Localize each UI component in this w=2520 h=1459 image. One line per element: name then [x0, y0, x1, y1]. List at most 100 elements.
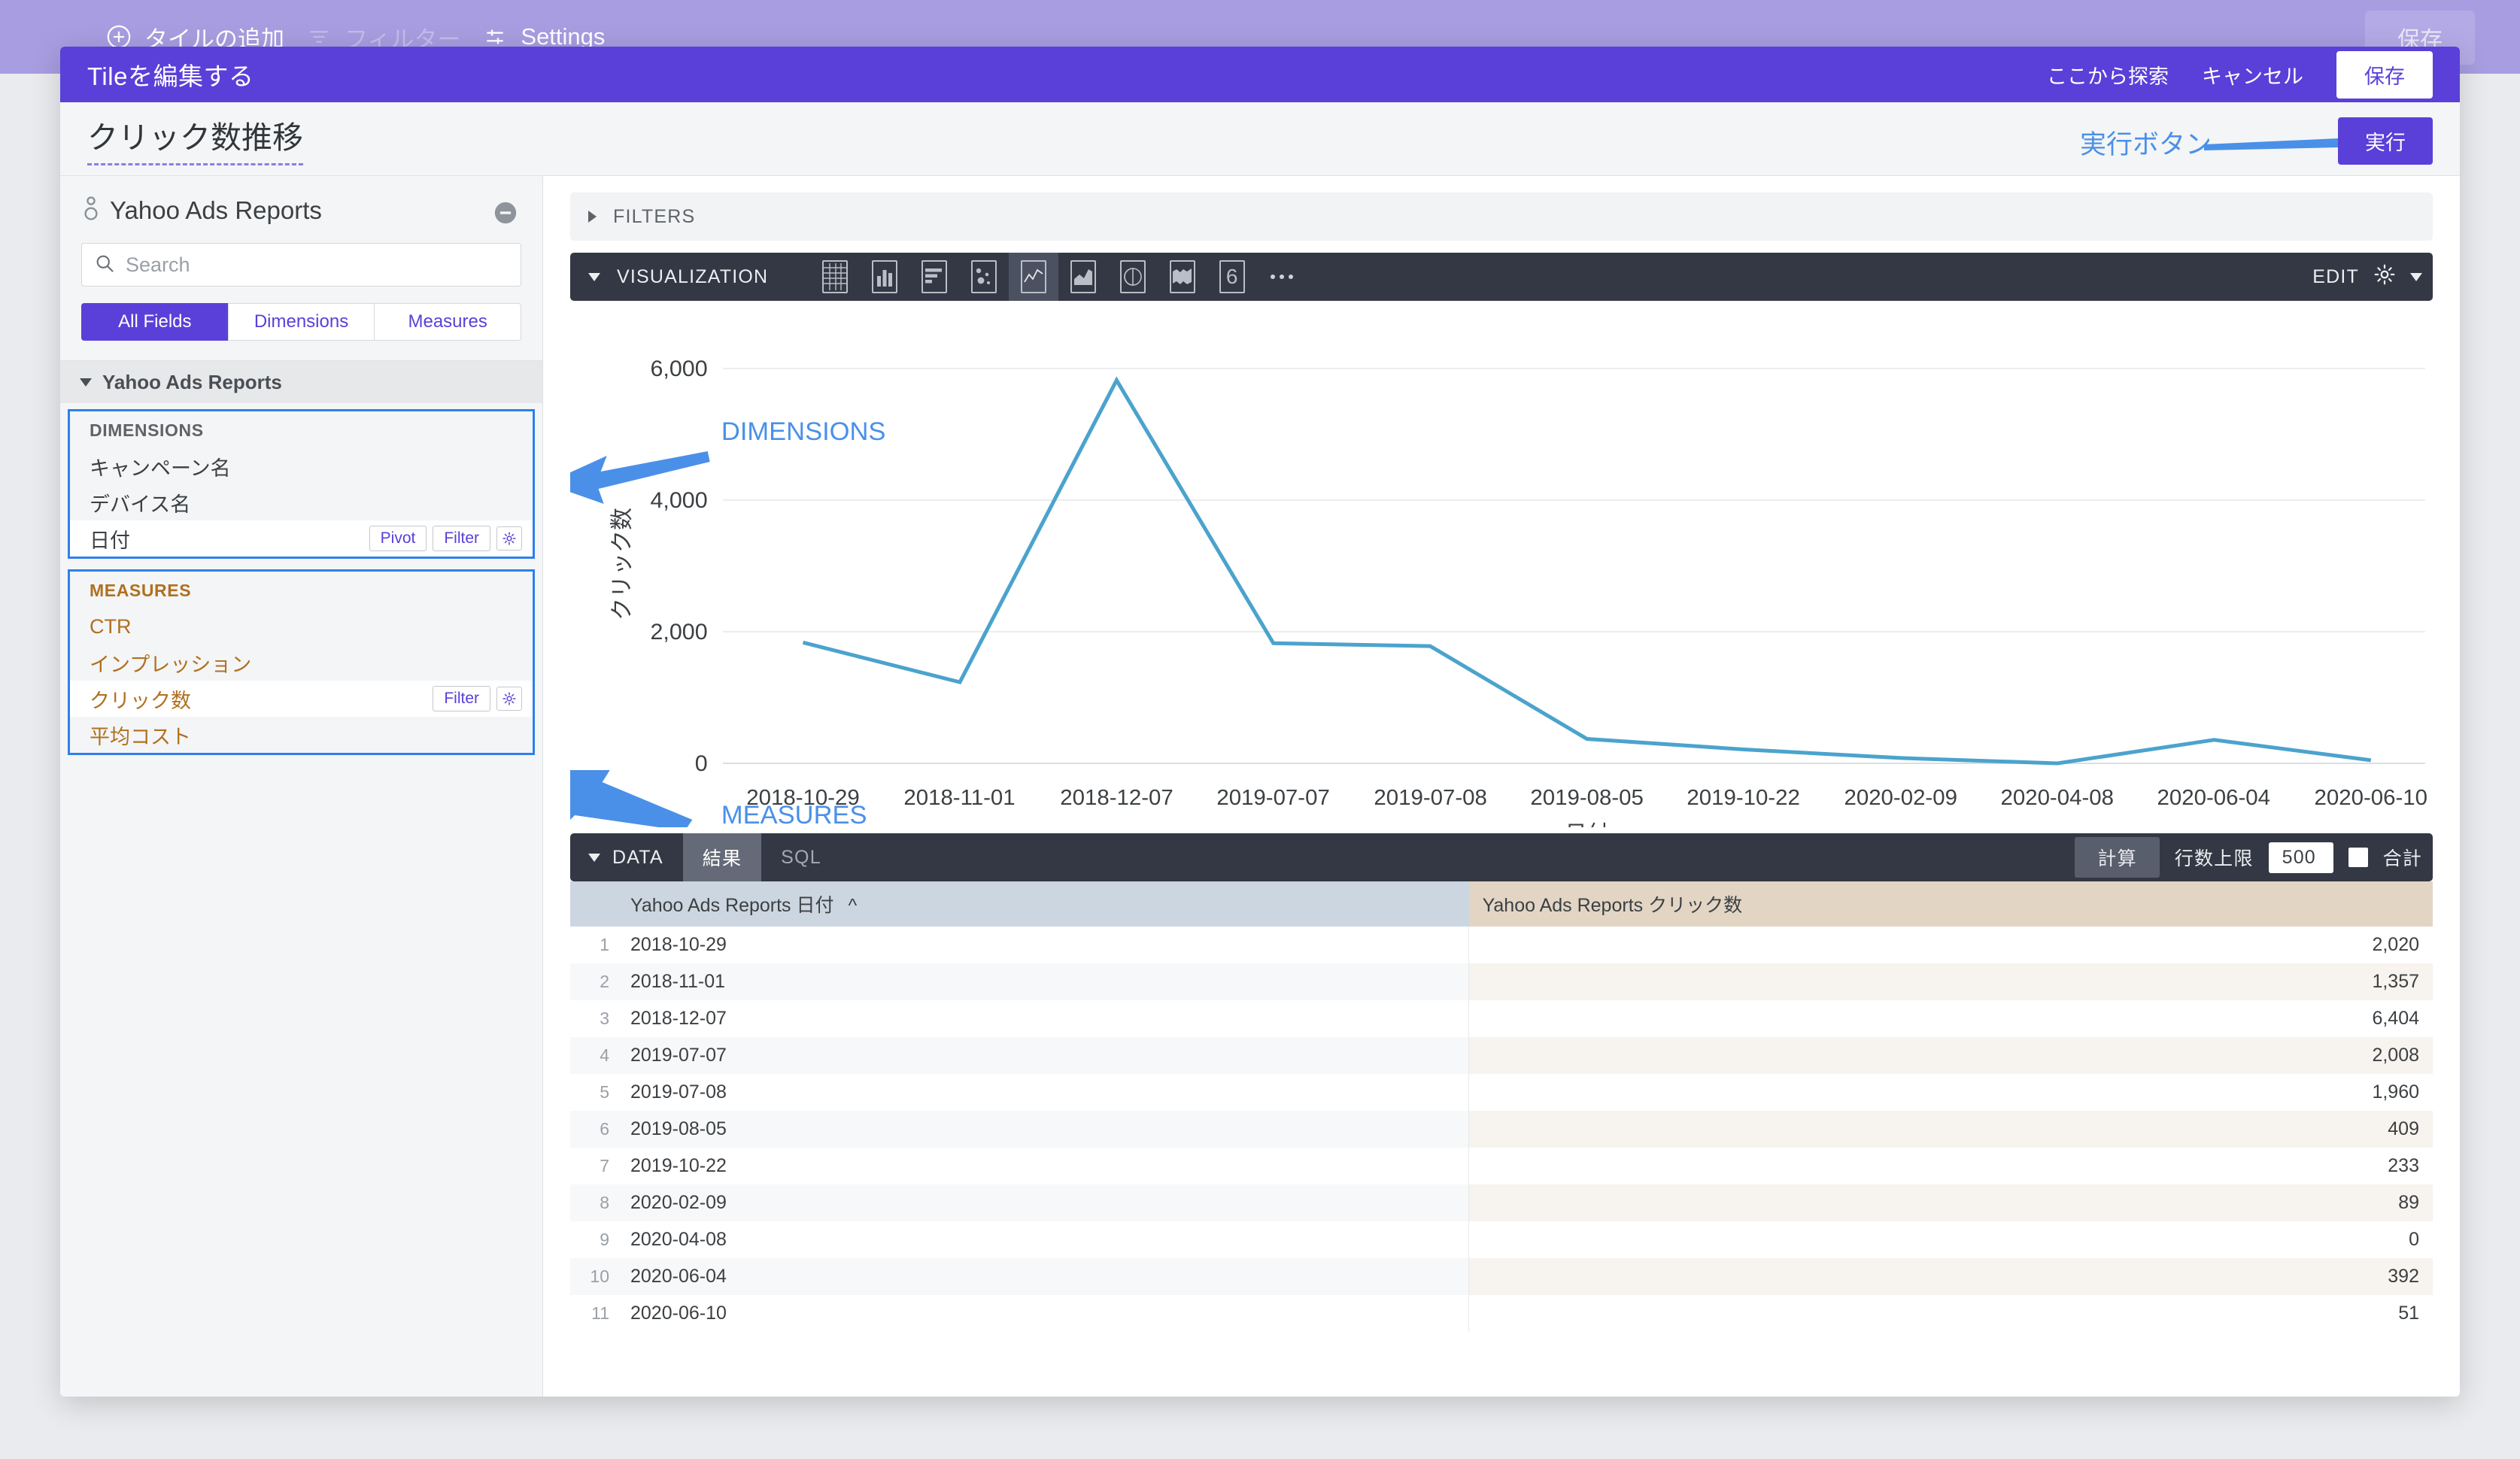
totals-label: 合計	[2382, 848, 2422, 869]
table-row[interactable]: 7 2019-10-22 233	[570, 1148, 2433, 1184]
map-viz-icon[interactable]	[1158, 253, 1207, 301]
field-label: 平均コスト	[90, 725, 191, 748]
filters-panel-header[interactable]: FILTERS	[570, 193, 2433, 241]
filter-button[interactable]: Filter	[433, 686, 490, 711]
cell-clicks: 2,020	[1468, 927, 2433, 963]
cancel-link[interactable]: キャンセル	[2202, 60, 2303, 89]
row-number: 9	[570, 1221, 617, 1258]
table-row[interactable]: 3 2018-12-07 6,404	[570, 1000, 2433, 1037]
search-input[interactable]: Search	[81, 243, 521, 287]
table-row[interactable]: 2 2018-11-01 1,357	[570, 963, 2433, 1000]
column-header-clicks[interactable]: Yahoo Ads Reports クリック数	[1468, 881, 2433, 927]
pivot-button[interactable]: Pivot	[369, 526, 427, 551]
field-row[interactable]: インプレッション	[70, 645, 533, 681]
modal-body: Yahoo Ads Reports Search All Fields Dime…	[60, 176, 2460, 1397]
collapse-icon[interactable]	[493, 200, 518, 229]
cell-clicks: 409	[1468, 1111, 2433, 1148]
table-row[interactable]: 1 2018-10-29 2,020	[570, 927, 2433, 963]
row-number: 6	[570, 1111, 617, 1148]
cell-date: 2018-12-07	[617, 1000, 1470, 1037]
dimensions-annotation: DIMENSIONS	[570, 417, 885, 504]
field-row[interactable]: キャンペーン名	[70, 448, 533, 484]
tab-sql[interactable]: SQL	[761, 833, 841, 881]
cell-date: 2020-04-08	[617, 1221, 1470, 1258]
field-row[interactable]: 平均コスト	[70, 717, 533, 753]
row-limit-input[interactable]: 500	[2268, 842, 2333, 873]
gear-icon[interactable]	[496, 687, 522, 711]
cell-date: 2020-06-10	[617, 1295, 1470, 1332]
visualization-right-actions: EDIT	[2312, 262, 2422, 292]
gear-icon[interactable]	[2373, 262, 2397, 292]
y-tick-label: 6,000	[650, 356, 707, 381]
run-button[interactable]: 実行	[2338, 117, 2433, 165]
table-row[interactable]: 8 2020-02-09 89	[570, 1184, 2433, 1221]
x-axis-title: 日付	[1565, 821, 1609, 827]
y-tick-label: 4,000	[650, 488, 707, 513]
table-row[interactable]: 9 2020-04-08 0	[570, 1221, 2433, 1258]
x-tick-label: 2019-07-07	[1216, 786, 1329, 810]
calculate-button[interactable]: 計算	[2075, 837, 2160, 878]
table-header-row: Yahoo Ads Reports 日付 ^ Yahoo Ads Reports…	[570, 881, 2433, 927]
area-chart-viz-icon[interactable]	[1058, 253, 1108, 301]
tab-dimensions[interactable]: Dimensions	[227, 303, 375, 341]
line-chart-viz-icon[interactable]	[1009, 253, 1059, 301]
gear-icon[interactable]	[496, 526, 522, 551]
table-row[interactable]: 6 2019-08-05 409	[570, 1111, 2433, 1148]
tab-measures[interactable]: Measures	[374, 303, 522, 341]
table-row[interactable]: 10 2020-06-04 392	[570, 1258, 2433, 1295]
row-number: 7	[570, 1148, 617, 1184]
column-header-label: Yahoo Ads Reports 日付	[630, 895, 834, 916]
chevron-down-icon[interactable]	[588, 853, 600, 862]
modal-save-button[interactable]: 保存	[2336, 50, 2433, 99]
line-chart: 6,000 4,000 2,000 0 クリック数 2018-10-29 201…	[570, 301, 2433, 827]
sidebar-top: Yahoo Ads Reports Search All Fields Dime…	[60, 176, 542, 361]
x-tick-label: 2020-02-09	[1844, 786, 1957, 810]
data-panel-header: DATA 結果 SQL 計算 行数上限 500 合計	[570, 833, 2433, 881]
measures-annotation-label: MEASURES	[721, 801, 867, 827]
field-label: 日付	[90, 529, 130, 552]
row-number: 1	[570, 927, 617, 963]
row-limit-label: 行数上限	[2174, 848, 2254, 869]
row-number: 4	[570, 1037, 617, 1074]
column-header-date[interactable]: Yahoo Ads Reports 日付 ^	[617, 881, 1469, 927]
field-filter-tabs: All Fields Dimensions Measures	[81, 303, 522, 341]
table-row[interactable]: 4 2019-07-07 2,008	[570, 1037, 2433, 1074]
data-panel-right-actions: 計算 行数上限 500 合計	[2075, 837, 2422, 878]
filter-button[interactable]: Filter	[433, 526, 490, 551]
y-tick-label: 2,000	[650, 620, 707, 645]
field-row[interactable]: CTR	[70, 608, 533, 645]
totals-checkbox[interactable]	[2348, 848, 2368, 867]
chevron-down-icon[interactable]	[2410, 272, 2422, 281]
x-tick-label: 2019-10-22	[1687, 786, 1799, 810]
field-row[interactable]: 日付 Pivot Filter	[70, 520, 533, 557]
tab-results[interactable]: 結果	[682, 833, 762, 881]
table-row[interactable]: 11 2020-06-10 51	[570, 1295, 2433, 1332]
measures-field-box: MEASURES CTR インプレッション クリック数 Filter 平均コスト	[68, 569, 535, 755]
table-viz-icon[interactable]	[810, 253, 860, 301]
dimensions-annotation-label: DIMENSIONS	[721, 417, 886, 446]
field-row[interactable]: デバイス名	[70, 484, 533, 520]
column-chart-viz-icon[interactable]	[860, 253, 909, 301]
row-number: 10	[570, 1258, 617, 1295]
more-viz-icon[interactable]	[1257, 253, 1307, 301]
view-group-header[interactable]: Yahoo Ads Reports	[60, 361, 542, 403]
edit-button[interactable]: EDIT	[2312, 266, 2359, 288]
field-row[interactable]: クリック数 Filter	[70, 681, 533, 717]
data-label-wrap: DATA	[588, 847, 663, 869]
tab-all-fields[interactable]: All Fields	[81, 303, 228, 341]
cell-clicks: 89	[1468, 1184, 2433, 1221]
measures-label: MEASURES	[90, 581, 192, 600]
field-label: クリック数	[90, 689, 191, 712]
pie-chart-viz-icon[interactable]	[1108, 253, 1158, 301]
cell-clicks: 233	[1468, 1148, 2433, 1184]
bar-chart-viz-icon[interactable]	[909, 253, 959, 301]
row-number-header	[570, 881, 617, 927]
explore-from-here-link[interactable]: ここから探索	[2047, 60, 2169, 89]
chevron-down-icon[interactable]	[588, 272, 600, 281]
scatter-viz-icon[interactable]	[959, 253, 1009, 301]
single-value-viz-icon[interactable]: 6	[1207, 253, 1257, 301]
explore-icon	[81, 196, 101, 225]
table-row[interactable]: 5 2019-07-08 1,960	[570, 1074, 2433, 1111]
tile-title-input[interactable]: クリック数推移	[87, 112, 303, 165]
x-tick-label: 2018-11-01	[903, 786, 1015, 810]
